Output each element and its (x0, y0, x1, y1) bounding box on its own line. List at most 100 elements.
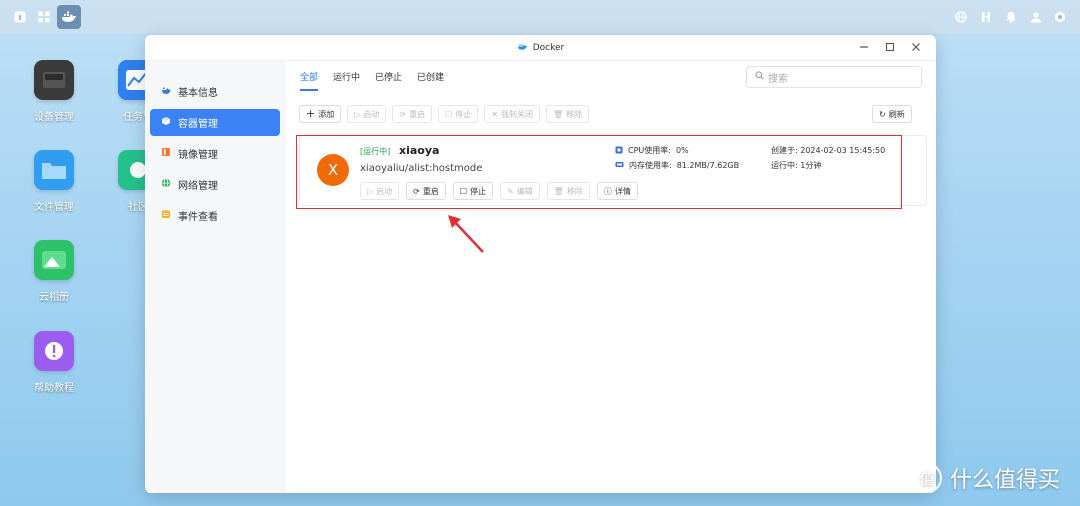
container-details-button[interactable]: ⓘ 详情 (596, 182, 638, 200)
remove-button-label: 移除 (566, 109, 583, 119)
apps-grid-icon[interactable] (32, 5, 56, 29)
tab-all[interactable]: 全部 (300, 70, 319, 91)
remove-button[interactable]: 🗑 移除 (545, 105, 590, 123)
refresh-button-label: 刷新 (888, 109, 905, 119)
desktop-icon-device[interactable]: 设备管理 (24, 60, 84, 123)
trash-icon: 🗑 (553, 186, 564, 196)
tab-created[interactable]: 已创建 (417, 70, 444, 91)
tab-running[interactable]: 运行中 (333, 70, 360, 91)
container-stop-label: 停止 (470, 186, 487, 196)
force-stop-button-label: 强制关闭 (500, 109, 533, 119)
created-label: 创建于: (771, 146, 798, 155)
restart-icon: ⟳ (413, 186, 420, 196)
trash-icon: 🗑 (552, 109, 564, 119)
top-bar (0, 0, 1080, 34)
status-badge: [运行中] (360, 147, 391, 156)
network-icon[interactable] (974, 5, 998, 29)
network-globe-icon (161, 178, 171, 191)
desktop-icon-photos[interactable]: 云相册 (24, 240, 84, 303)
play-icon: ▷ (367, 186, 374, 196)
desktop-icon-label: 云相册 (39, 292, 69, 303)
window-title: Docker (532, 42, 565, 53)
tab-stopped[interactable]: 已停止 (375, 70, 402, 91)
created-value: 2024-02-03 15:45:50 (800, 146, 886, 155)
event-icon (161, 209, 171, 222)
image-icon (161, 147, 171, 160)
settings-icon[interactable] (1048, 5, 1072, 29)
desktop-icon-label: 帮助教程 (34, 383, 74, 394)
container-restart-label: 重启 (422, 186, 439, 196)
memory-value: 81.2MB/7.62GB (676, 161, 740, 170)
search-input[interactable]: 搜索 (746, 66, 922, 88)
globe-icon[interactable] (949, 5, 973, 29)
created-at: 创建于: 2024-02-03 15:45:50 (771, 145, 885, 156)
home-icon[interactable] (8, 5, 32, 29)
container-details-label: 详情 (614, 186, 631, 196)
sidebar-item-container-management[interactable]: 容器管理 (150, 109, 280, 136)
container-restart-button[interactable]: ⟳ 重启 (406, 182, 446, 200)
folder-icon (34, 150, 74, 190)
info-circle-icon: ⓘ (603, 186, 612, 196)
memory-usage: 内存使用率: 81.2MB/7.62GB (615, 160, 739, 171)
docker-window: Docker 基本信息 容器管理 镜像管理 网络管理 事件查看 全部 运行中 已… (145, 35, 936, 493)
stop-button[interactable]: ☐ 停止 (438, 105, 479, 123)
add-button[interactable]: + 添加 (299, 105, 342, 123)
annotation-arrow (448, 215, 484, 253)
bell-icon[interactable] (999, 5, 1023, 29)
container-stop-button[interactable]: ☐ 停止 (452, 182, 494, 200)
sidebar-item-label: 容器管理 (178, 119, 218, 130)
stop-icon: ☐ (459, 186, 468, 196)
container-icon (161, 116, 171, 129)
filter-tabs: 全部 运行中 已停止 已创建 (300, 70, 459, 91)
info-icon (161, 85, 171, 98)
sidebar-item-label: 基本信息 (178, 88, 218, 99)
cpu-usage: CPU使用率: 0% (615, 145, 689, 156)
refresh-button[interactable]: ↻ 刷新 (872, 105, 912, 123)
window-titlebar[interactable]: Docker (145, 35, 936, 61)
search-icon (755, 71, 764, 83)
play-icon: ▷ (354, 109, 361, 119)
user-icon[interactable] (1024, 5, 1048, 29)
container-avatar: X (317, 154, 349, 186)
main-content: 全部 运行中 已停止 已创建 搜索 + 添加 ▷ 启动 ⟳ 重启 ☐ 停止 ✕ … (286, 61, 936, 493)
refresh-icon: ↻ (879, 109, 886, 119)
container-name: xiaoya (399, 144, 440, 157)
desktop-icon-label: 文件管理 (34, 202, 74, 213)
container-edit-button[interactable]: ✎ 编辑 (500, 182, 540, 200)
minimize-button[interactable] (858, 41, 870, 53)
sidebar-item-basic-info[interactable]: 基本信息 (150, 78, 280, 105)
container-edit-label: 编辑 (516, 186, 533, 196)
desktop-icon-help[interactable]: 帮助教程 (24, 331, 84, 394)
toolbar: + 添加 ▷ 启动 ⟳ 重启 ☐ 停止 ✕ 强制关闭 🗑 移除 (299, 105, 590, 123)
search-placeholder: 搜索 (768, 73, 788, 85)
running-label: 运行中: (771, 161, 798, 170)
watermark-text: 什么值得买 (950, 468, 1061, 493)
container-image: xiaoyaliu/alist:hostmode (360, 163, 483, 174)
force-stop-button[interactable]: ✕ 强制关闭 (484, 105, 540, 123)
sidebar-item-label: 镜像管理 (178, 150, 218, 161)
sidebar: 基本信息 容器管理 镜像管理 网络管理 事件查看 (145, 61, 286, 493)
maximize-button[interactable] (884, 41, 896, 53)
desktop-icon-files[interactable]: 文件管理 (24, 150, 84, 213)
stop-icon: ☐ (445, 109, 453, 119)
container-remove-button[interactable]: 🗑 移除 (546, 182, 590, 200)
container-card[interactable]: X [运行中] xiaoya xiaoyaliu/alist:hostmode … (299, 135, 927, 206)
docker-icon (517, 42, 528, 54)
plus-icon: + (306, 107, 316, 120)
restart-button[interactable]: ⟳ 重启 (392, 105, 433, 123)
cpu-value: 0% (675, 146, 689, 155)
container-remove-label: 移除 (566, 186, 583, 196)
start-button-label: 启动 (363, 109, 380, 119)
container-actions: ▷ 启动 ⟳ 重启 ☐ 停止 ✎ 编辑 🗑 移除 ⓘ 详情 (360, 182, 638, 200)
sidebar-item-network-management[interactable]: 网络管理 (150, 171, 280, 198)
close-button[interactable] (910, 41, 922, 53)
container-start-button[interactable]: ▷ 启动 (360, 182, 400, 200)
docker-icon[interactable] (57, 5, 81, 29)
sidebar-item-event-viewer[interactable]: 事件查看 (150, 202, 280, 229)
desktop-icon-label: 设备管理 (34, 112, 74, 123)
container-start-label: 启动 (376, 186, 393, 196)
start-button[interactable]: ▷ 启动 (347, 105, 387, 123)
sidebar-item-image-management[interactable]: 镜像管理 (150, 140, 280, 167)
restart-button-label: 重启 (409, 109, 426, 119)
edit-icon: ✎ (507, 186, 514, 196)
